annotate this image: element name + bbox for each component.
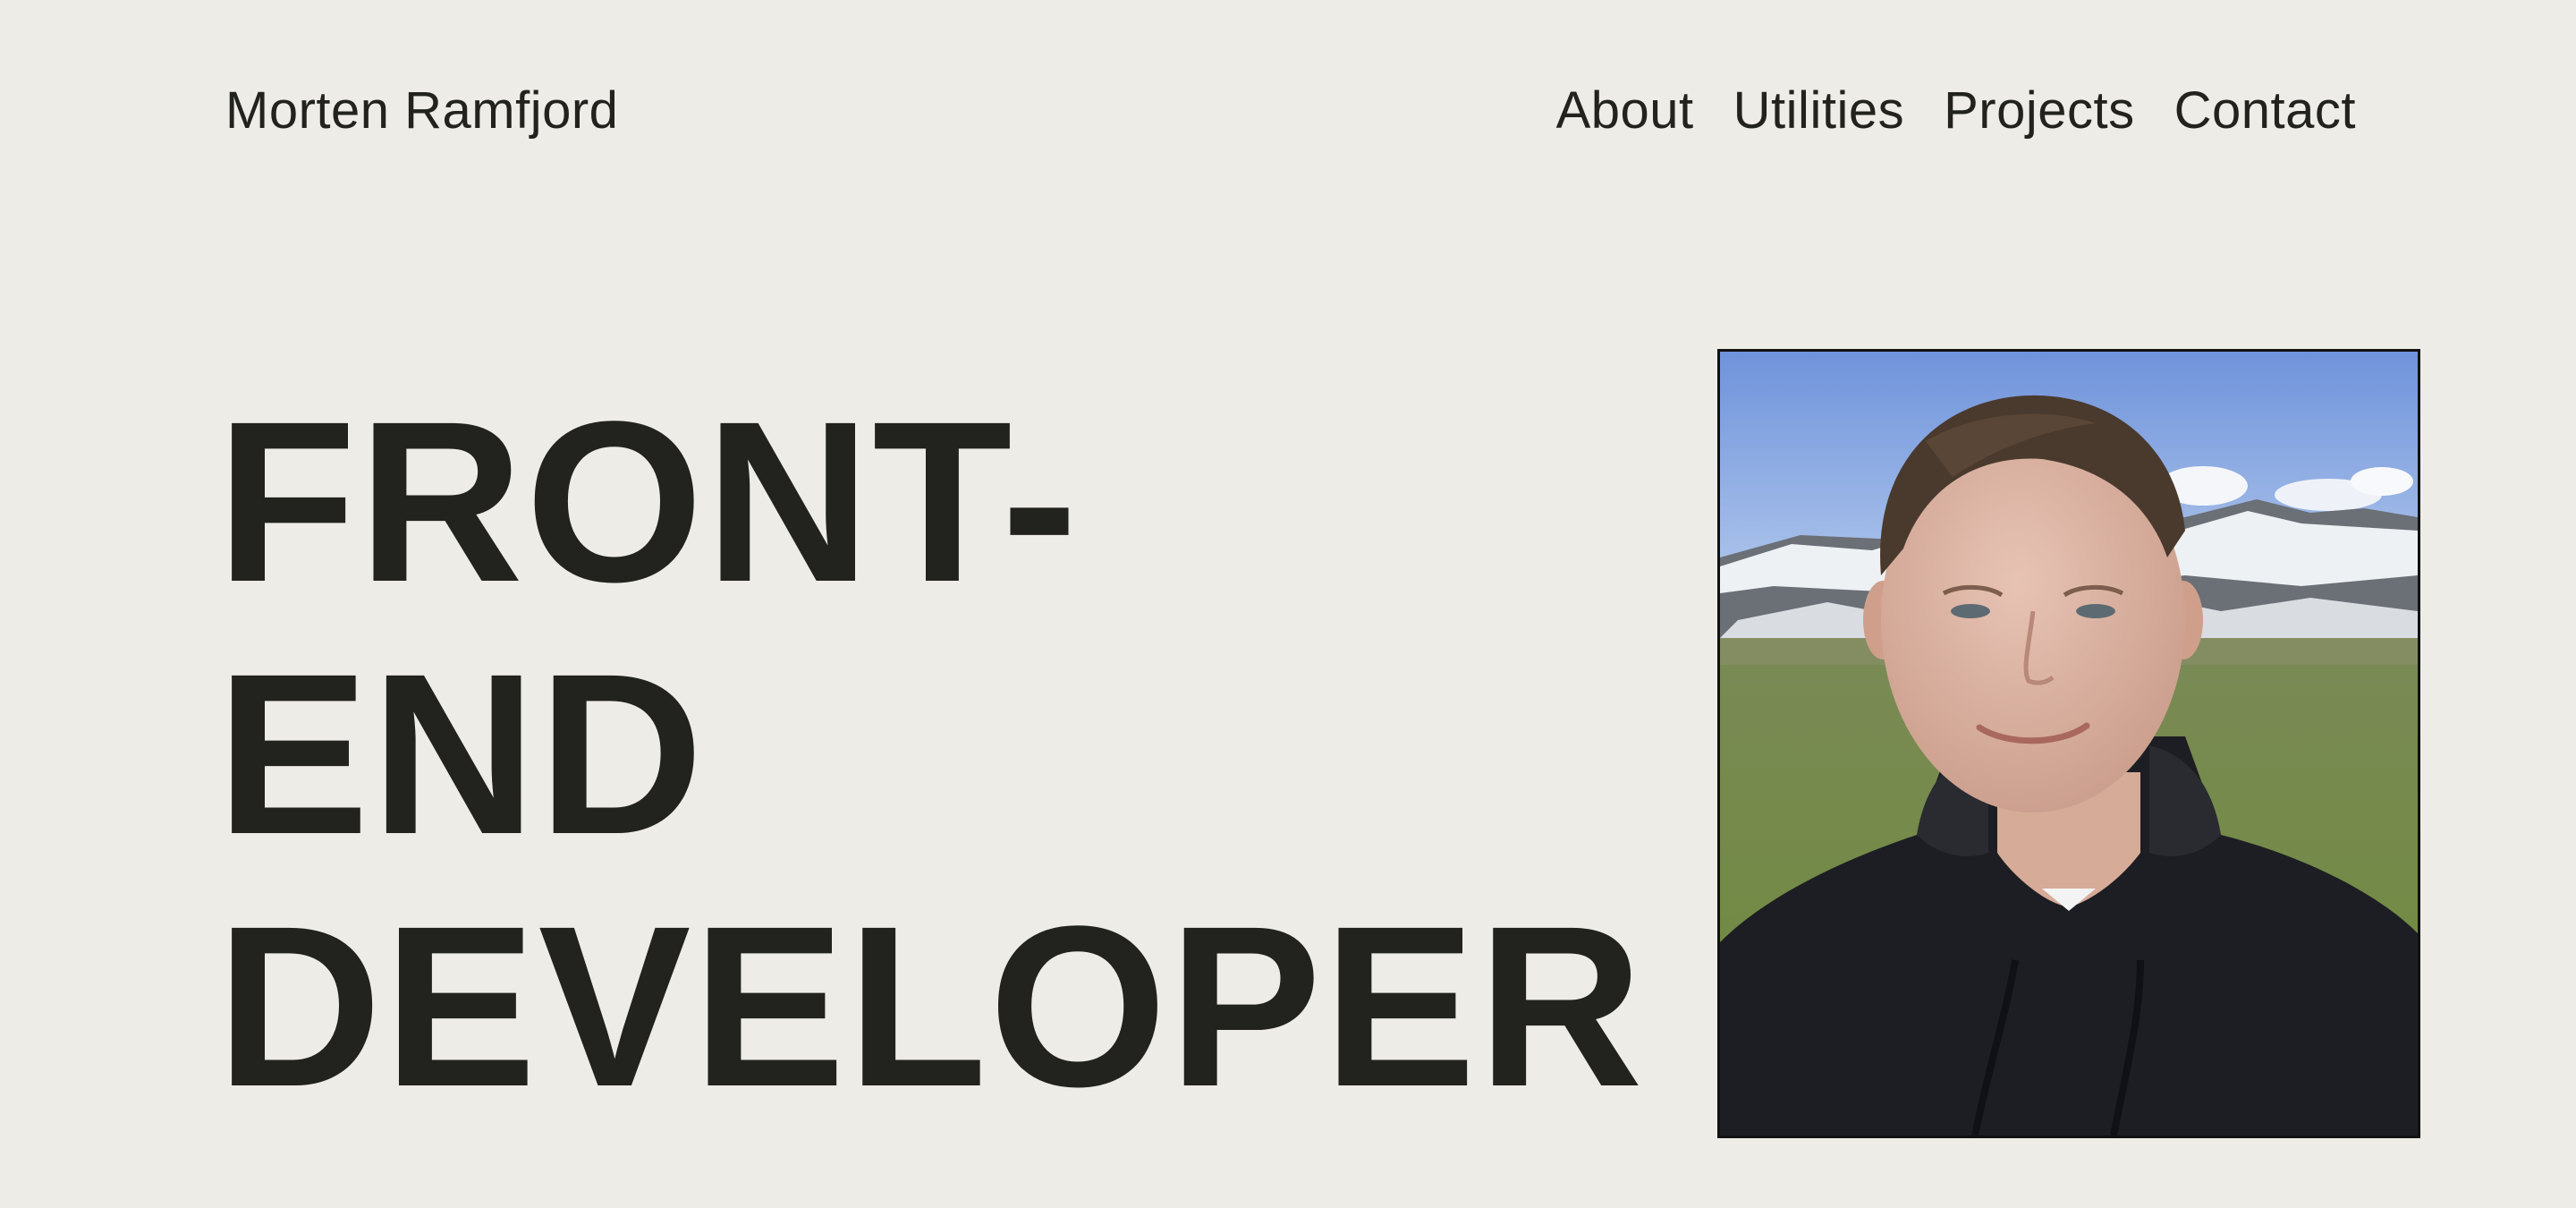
nav-item-projects: Projects bbox=[1944, 75, 2135, 147]
site-name-link[interactable]: Morten Ramfjord bbox=[225, 75, 618, 147]
page: Morten Ramfjord About Utilities Projects… bbox=[0, 0, 2576, 1208]
nav-link-utilities[interactable]: Utilities bbox=[1733, 81, 1904, 140]
hero-title-line-3: DEVELOPER bbox=[216, 879, 1645, 1135]
nav-item-about: About bbox=[1556, 75, 1694, 147]
profile-photo-illustration bbox=[1720, 352, 2418, 1136]
nav-link-contact[interactable]: Contact bbox=[2174, 81, 2356, 140]
main-nav: About Utilities Projects Contact bbox=[1556, 75, 2356, 147]
hero-title-line-1: FRONT- bbox=[216, 374, 1080, 630]
nav-item-utilities: Utilities bbox=[1733, 75, 1904, 147]
nav-link-projects[interactable]: Projects bbox=[1944, 81, 2135, 140]
hero-title: FRONT- END DEVELOPER bbox=[216, 376, 1645, 1133]
hero-title-line-2: END bbox=[216, 626, 706, 882]
profile-photo bbox=[1717, 349, 2420, 1138]
nav-link-about[interactable]: About bbox=[1556, 81, 1694, 140]
nav-item-contact: Contact bbox=[2174, 75, 2356, 147]
